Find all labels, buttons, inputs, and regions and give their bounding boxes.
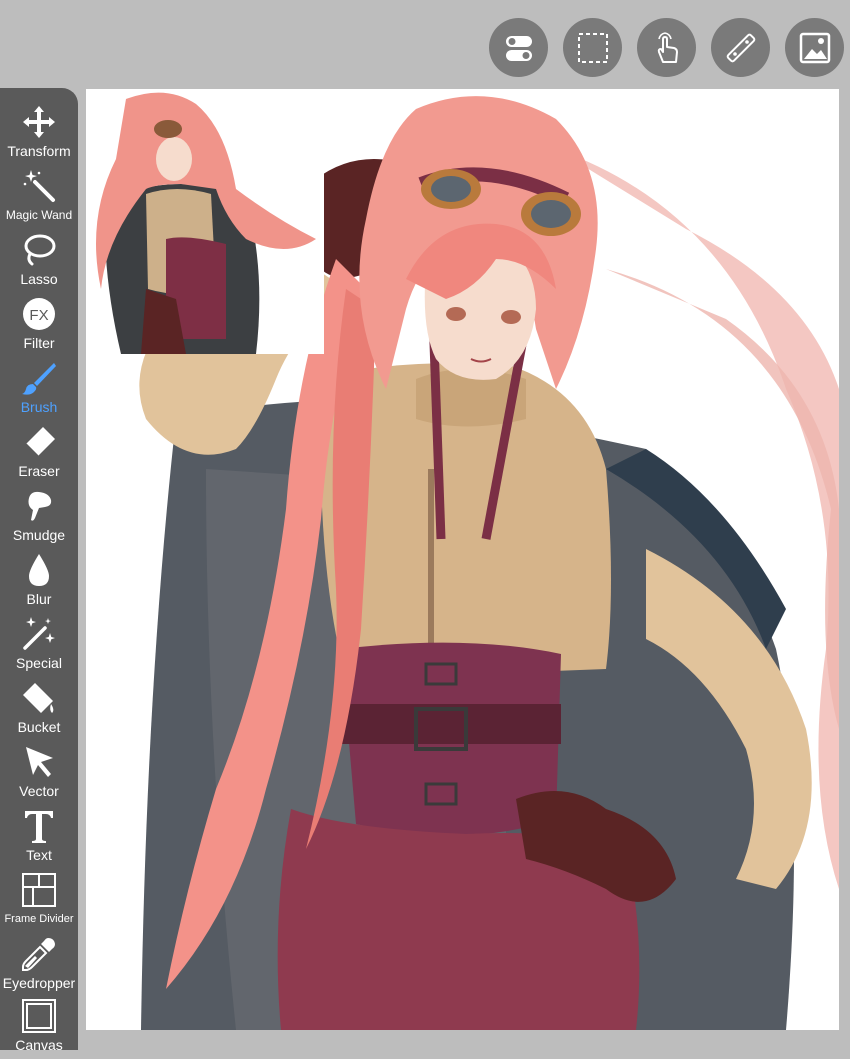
transform-icon xyxy=(23,106,55,138)
tool-label: Lasso xyxy=(20,271,58,287)
tool-label: Vector xyxy=(19,783,59,799)
toggle-icon xyxy=(505,35,532,61)
tool-special[interactable]: Special xyxy=(0,614,78,677)
eyedropper-icon xyxy=(22,938,55,971)
tool-label: Frame Divider xyxy=(4,913,74,925)
touch-icon xyxy=(657,31,678,63)
text-icon xyxy=(25,811,53,843)
lasso-icon xyxy=(24,234,56,266)
ruler-button[interactable] xyxy=(711,18,770,77)
tool-bucket[interactable]: Bucket xyxy=(0,678,78,741)
blur-icon xyxy=(29,554,49,586)
tool-label: Eyedropper xyxy=(2,975,76,991)
tool-label: Filter xyxy=(23,335,55,351)
tool-label: Text xyxy=(26,847,52,863)
tool-vector[interactable]: Vector xyxy=(0,742,78,805)
svg-text:FX: FX xyxy=(29,307,48,324)
frame-divider-icon xyxy=(22,873,56,907)
smudge-icon xyxy=(28,491,52,521)
tool-lasso[interactable]: Lasso xyxy=(0,230,78,293)
tool-brush[interactable]: Brush xyxy=(0,358,78,421)
image-button[interactable] xyxy=(785,18,844,77)
tool-label: Canvas xyxy=(15,1037,63,1053)
image-icon xyxy=(799,32,830,63)
tool-label: Special xyxy=(16,655,62,671)
canvas-icon xyxy=(22,999,56,1033)
reference-thumbnail xyxy=(94,89,324,354)
tool-text[interactable]: Text xyxy=(0,806,78,869)
tool-blur[interactable]: Blur xyxy=(0,550,78,613)
tool-label: Eraser xyxy=(18,463,60,479)
tool-filter[interactable]: FX Filter xyxy=(0,294,78,357)
touch-button[interactable] xyxy=(637,18,696,77)
ruler-icon xyxy=(726,33,755,62)
tool-label: Smudge xyxy=(12,527,66,543)
tool-smudge[interactable]: Smudge xyxy=(0,486,78,549)
tool-label: Blur xyxy=(26,591,52,607)
top-toolbar xyxy=(489,18,844,77)
tool-label: Bucket xyxy=(17,719,61,735)
illustration xyxy=(94,89,839,1030)
tool-sidebar: Transform Magic Wand Lasso FX Filter Bru… xyxy=(0,88,78,1053)
eraser-icon xyxy=(25,427,55,457)
vector-icon xyxy=(26,747,53,777)
bucket-icon xyxy=(23,683,54,713)
special-icon xyxy=(23,617,55,650)
tool-frame-divider[interactable]: Frame Divider xyxy=(0,870,78,933)
tool-label: Magic Wand xyxy=(5,208,73,222)
tool-eyedropper[interactable]: Eyedropper xyxy=(0,934,78,997)
tool-label: Brush xyxy=(20,399,58,415)
toggle-button[interactable] xyxy=(489,18,548,77)
magic-wand-icon xyxy=(23,170,55,202)
tool-transform[interactable]: Transform xyxy=(0,102,78,165)
selection-icon xyxy=(577,32,608,63)
tool-eraser[interactable]: Eraser xyxy=(0,422,78,485)
drawing-canvas[interactable] xyxy=(86,89,839,1030)
brush-icon xyxy=(22,363,56,395)
tool-label: Transform xyxy=(7,143,71,159)
filter-icon: FX xyxy=(23,298,55,330)
tool-magic-wand[interactable]: Magic Wand xyxy=(0,166,78,229)
selection-button[interactable] xyxy=(563,18,622,77)
